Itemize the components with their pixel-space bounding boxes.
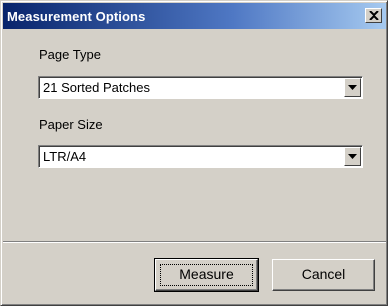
close-button[interactable] <box>365 8 382 23</box>
measure-button[interactable]: Measure <box>154 258 259 292</box>
title-bar[interactable]: Measurement Options <box>3 3 386 29</box>
page-type-dropdown-button[interactable] <box>344 78 361 97</box>
close-icon <box>369 11 379 20</box>
page-type-select[interactable]: 21 Sorted Patches <box>38 76 363 99</box>
cancel-button-label: Cancel <box>301 266 346 282</box>
page-type-value: 21 Sorted Patches <box>43 80 150 95</box>
dialog-title: Measurement Options <box>7 9 146 24</box>
chevron-down-icon <box>348 154 357 159</box>
paper-size-label: Paper Size <box>39 117 103 132</box>
page-type-label: Page Type <box>39 47 101 62</box>
paper-size-dropdown-button[interactable] <box>344 147 361 166</box>
chevron-down-icon <box>348 85 357 90</box>
footer-separator <box>3 241 386 243</box>
paper-size-select[interactable]: LTR/A4 <box>38 145 363 168</box>
paper-size-value: LTR/A4 <box>43 149 87 164</box>
measurement-options-dialog: Measurement Options Page Type 21 Sorted … <box>0 0 388 306</box>
cancel-button[interactable]: Cancel <box>272 259 375 291</box>
measure-button-label: Measure <box>179 266 234 282</box>
